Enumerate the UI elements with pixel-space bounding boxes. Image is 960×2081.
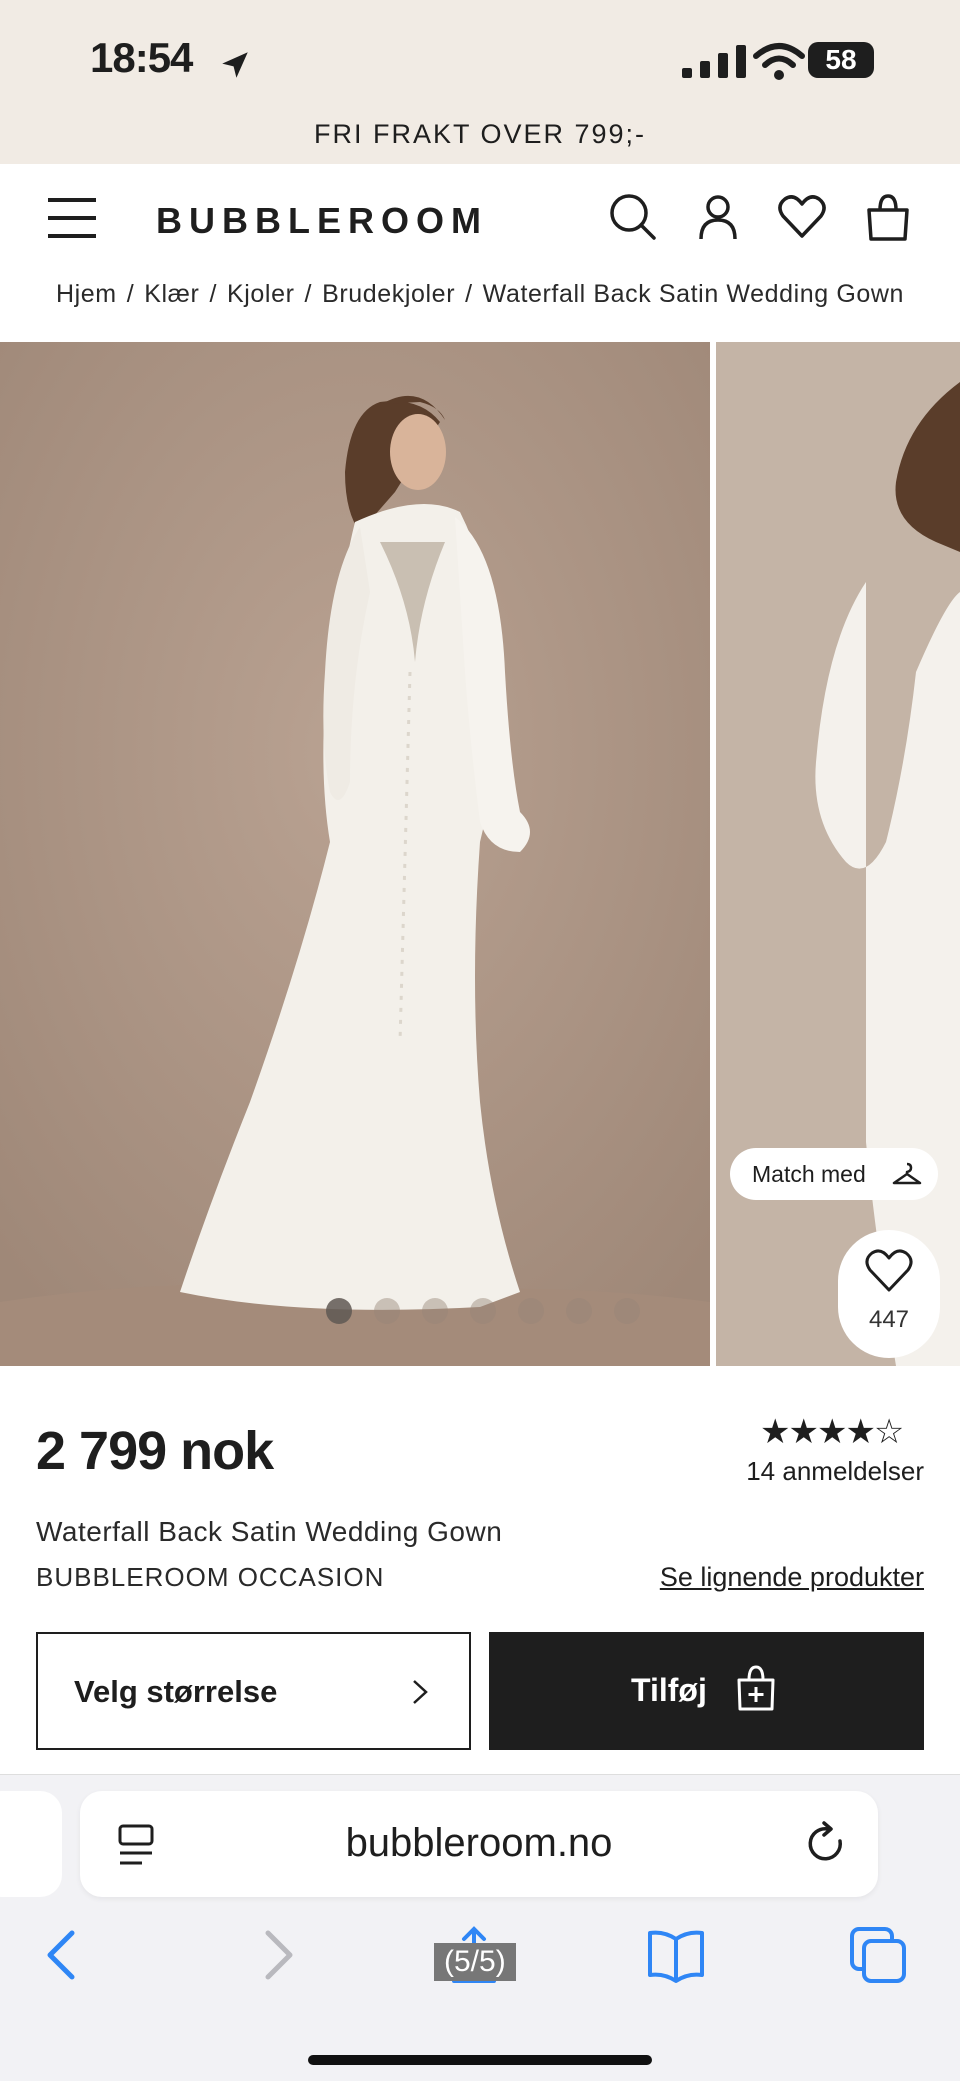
breadcrumb-link-clothes[interactable]: Klær — [144, 280, 199, 308]
tabs-icon[interactable] — [848, 1925, 908, 1985]
gallery-dot[interactable] — [566, 1298, 592, 1324]
account-icon[interactable] — [693, 192, 743, 242]
url-text[interactable]: bubbleroom.no — [80, 1821, 878, 1866]
cellular-signal-icon — [682, 45, 746, 78]
match-with-label: Match med — [752, 1161, 866, 1187]
breadcrumb-link-home[interactable]: Hjem — [56, 280, 117, 308]
back-arrow-icon[interactable] — [34, 1925, 94, 1985]
status-bar: 18:54 58 — [0, 0, 960, 112]
match-with-button[interactable]: Match med — [730, 1148, 938, 1200]
status-time: 18:54 — [90, 34, 193, 81]
gallery-dot[interactable] — [374, 1298, 400, 1324]
breadcrumb-separator: / — [209, 280, 217, 308]
favorite-heart-icon — [865, 1249, 913, 1292]
model-front-crop-illustration — [716, 342, 960, 1366]
brand-logo[interactable]: BUBBLEROOM — [156, 200, 488, 242]
breadcrumb-separator: / — [126, 280, 135, 308]
product-brand[interactable]: BUBBLEROOM OCCASION — [36, 1562, 384, 1593]
menu-icon[interactable] — [46, 194, 98, 242]
product-photo-back-view[interactable] — [0, 342, 710, 1366]
select-size-button[interactable]: Velg størrelse — [36, 1632, 471, 1750]
address-bar[interactable]: bubbleroom.no — [80, 1791, 878, 1897]
product-price: 2 799 nok — [36, 1421, 274, 1481]
hanger-icon — [892, 1162, 922, 1185]
chevron-right-icon — [413, 1680, 428, 1704]
shopping-bag-icon[interactable] — [863, 192, 913, 242]
reviews-count[interactable]: 14 anmeldelser — [746, 1456, 924, 1487]
gallery-pagination — [326, 1298, 640, 1324]
favorite-bubble[interactable]: 447 — [838, 1230, 940, 1358]
product-name: Waterfall Back Satin Wedding Gown — [36, 1516, 503, 1547]
breadcrumb-link-dresses[interactable]: Kjoler — [227, 280, 295, 308]
search-icon[interactable] — [608, 192, 658, 242]
wishlist-heart-icon[interactable] — [777, 192, 827, 242]
home-indicator — [308, 2055, 652, 2065]
gallery-dot[interactable] — [518, 1298, 544, 1324]
promo-banner: FRI FRAKT OVER 799;- — [0, 112, 960, 164]
page-counter: (5/5) — [434, 1943, 516, 1981]
product-gallery[interactable]: Match med 447 — [0, 342, 960, 1366]
breadcrumb-current: Waterfall Back Satin Wedding Gown — [482, 280, 905, 308]
breadcrumb: Hjem / Klær / Kjoler / Brudekjoler / Waterfall B… — [0, 280, 960, 324]
favorite-count: 447 — [868, 1306, 910, 1333]
forward-arrow-icon[interactable] — [246, 1925, 306, 1985]
previous-tab-preview[interactable] — [0, 1791, 62, 1897]
breadcrumb-separator: / — [465, 280, 473, 308]
select-size-label: Velg størrelse — [74, 1674, 278, 1709]
gallery-dot[interactable] — [422, 1298, 448, 1324]
gallery-dot[interactable] — [470, 1298, 496, 1324]
gallery-dot[interactable] — [614, 1298, 640, 1324]
reload-icon[interactable] — [804, 1821, 848, 1867]
breadcrumb-separator: / — [304, 280, 313, 308]
similar-products-link[interactable]: Se lignende produkter — [660, 1562, 924, 1593]
add-to-bag-label: Tilføj — [631, 1672, 707, 1708]
rating-stars-icon[interactable]: ★★★★☆ — [760, 1412, 904, 1452]
wifi-icon — [753, 43, 805, 80]
model-in-gown-illustration — [0, 342, 710, 1366]
bookmarks-icon[interactable] — [646, 1925, 706, 1985]
add-to-bag-button[interactable]: Tilføj — [489, 1632, 924, 1750]
breadcrumb-link-wedding-dresses[interactable]: Brudekjoler — [322, 280, 455, 308]
gallery-dot[interactable] — [326, 1298, 352, 1324]
browser-toolbar: bubbleroom.no (5/5) — [0, 1774, 960, 2081]
battery-indicator: 58 — [808, 42, 874, 78]
site-header: BUBBLEROOM — [0, 164, 960, 274]
product-photo-front-view[interactable]: Match med 447 — [716, 342, 960, 1366]
location-arrow-icon — [222, 52, 248, 78]
bag-plus-icon — [737, 1665, 775, 1711]
